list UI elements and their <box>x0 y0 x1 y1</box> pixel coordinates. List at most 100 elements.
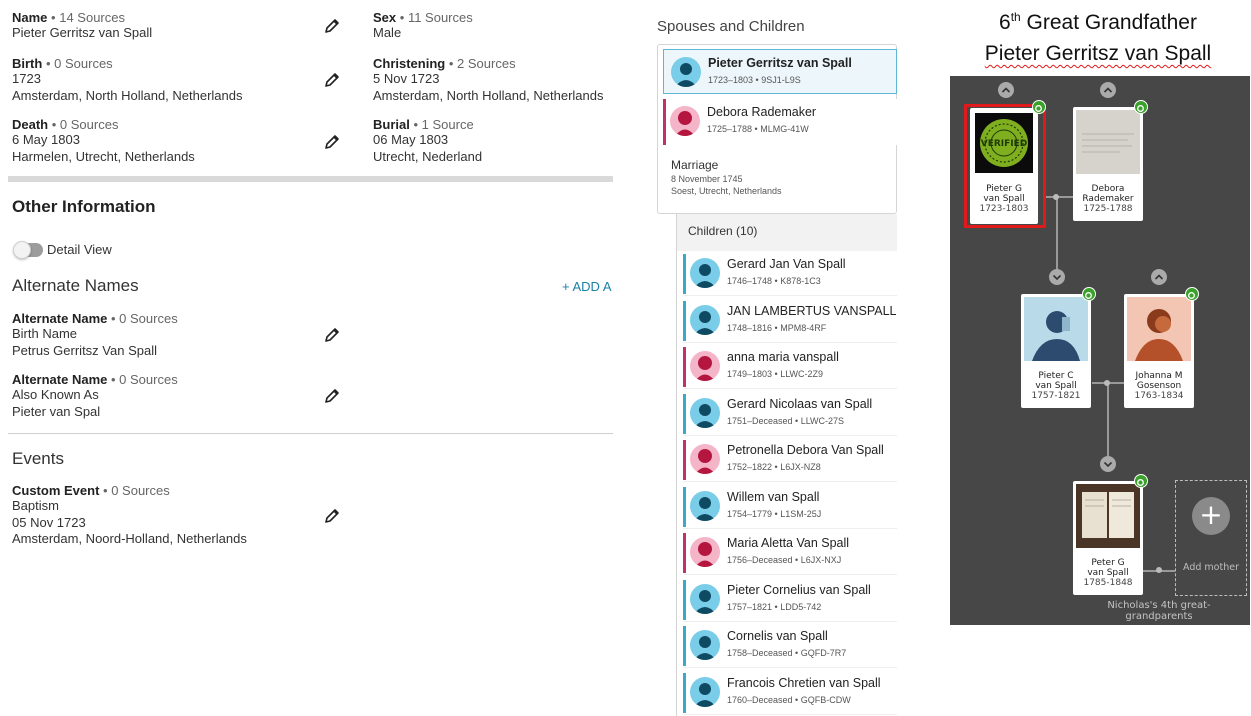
tree-name-last: Rademaker <box>1082 194 1134 204</box>
child-row[interactable]: Petronella Debora Van Spall 1752–1822 • L… <box>683 438 897 482</box>
edit-pencil-icon[interactable] <box>322 70 342 90</box>
expand-up-button[interactable] <box>1151 269 1167 285</box>
spouses-title: Spouses and Children <box>657 18 805 35</box>
alt-name-label: Alternate Name <box>12 372 108 387</box>
gender-bar <box>683 580 686 620</box>
expand-down-button[interactable] <box>1049 269 1065 285</box>
alternate-name-item: Alternate Name • 0 Sources Birth Name Pe… <box>12 311 178 358</box>
tree-dates: 1763-1834 <box>1134 391 1184 401</box>
vital-birth: Birth • 0 Sources 1723 Amsterdam, North … <box>12 56 243 103</box>
child-meta: 1752–1822 • L6JX-NZ8 <box>727 462 821 472</box>
expand-down-button[interactable] <box>1100 456 1116 472</box>
gender-bar <box>683 394 686 434</box>
child-row[interactable]: Maria Aletta Van Spall 1756–Deceased • L6… <box>683 531 897 575</box>
child-name: Cornelis van Spall <box>727 629 828 643</box>
child-row[interactable]: Willem van Spall 1754–1779 • L1SM-25J <box>683 485 897 529</box>
male-avatar-icon <box>690 584 720 614</box>
tree-person-card[interactable]: Pieter C van Spall 1757-1821 <box>1021 294 1091 408</box>
tree-person-card[interactable]: Johanna M Gosenson 1763-1834 <box>1124 294 1194 408</box>
section-divider <box>8 176 613 182</box>
female-avatar-icon <box>690 351 720 381</box>
tree-name-last: van Spall <box>1035 381 1077 391</box>
vital-value: Male <box>373 25 402 40</box>
vital-label: Death <box>12 117 49 132</box>
child-row[interactable]: Gerard Nicolaas van Spall 1751–Deceased •… <box>683 392 897 436</box>
connector-node <box>1053 194 1059 200</box>
child-row[interactable]: JAN LAMBERTUS VANSPALL 1748–1816 • MPM8-4… <box>683 299 897 343</box>
vital-label: Sex <box>373 10 397 25</box>
event-sources-link[interactable]: 0 Sources <box>111 483 170 498</box>
tree-title: 6th Great Grandfather <box>945 10 1251 35</box>
title-ordinal-suffix: th <box>1010 10 1021 24</box>
child-name: Francois Chretien van Spall <box>727 676 881 690</box>
marriage-date: 8 November 1745 <box>671 174 743 184</box>
child-meta: 1754–1779 • L1SM-25J <box>727 509 822 519</box>
husband-card[interactable]: Pieter Gerritsz van Spall 1723–1803 • 9S… <box>663 49 897 94</box>
vital-death: Death • 0 Sources 6 May 1803 Harmelen, U… <box>12 117 195 164</box>
caption-line-2: grandparents <box>1125 611 1193 622</box>
book-photo <box>1076 484 1140 548</box>
vital-sources-link[interactable]: 1 Source <box>422 117 474 132</box>
child-row[interactable]: Cornelis van Spall 1758–Deceased • GQFD-7… <box>683 624 897 668</box>
child-row[interactable]: anna maria vanspall 1749–1803 • LLWC-2Z9 <box>683 345 897 389</box>
vital-label: Burial <box>373 117 410 132</box>
child-name: Willem van Spall <box>727 490 820 504</box>
vital-name: Name • 14 Sources Pieter Gerritsz van Sp… <box>12 10 153 40</box>
wife-meta: 1725–1788 • MLMG-41W <box>707 124 809 134</box>
edit-pencil-icon[interactable] <box>322 506 342 526</box>
tree-name-first: Peter G <box>1091 558 1125 568</box>
vital-value: 06 May 1803 <box>373 132 449 147</box>
alt-name-sources-link[interactable]: 0 Sources <box>119 372 178 387</box>
wife-card[interactable]: Debora Rademaker 1725–1788 • MLMG-41W <box>663 99 897 145</box>
detail-view-toggle[interactable] <box>13 241 43 259</box>
vital-place: Amsterdam, North Holland, Netherlands <box>373 87 604 103</box>
vital-sources-link[interactable]: 11 Sources <box>408 10 473 25</box>
vital-sex: Sex • 11 Sources Male <box>373 10 473 40</box>
caption-line-1: Nicholas's 4th great- <box>1107 600 1211 611</box>
vital-sources-link[interactable]: 2 Sources <box>457 56 516 71</box>
highlight-box <box>964 104 1046 228</box>
tree-name-last: van Spall <box>1087 568 1129 578</box>
alt-name-type: Birth Name <box>12 326 78 341</box>
descent-line <box>1107 383 1109 462</box>
child-meta: 1756–Deceased • L6JX-NXJ <box>727 555 842 565</box>
tree-person-card[interactable]: Peter G van Spall 1785-1848 <box>1073 481 1143 595</box>
child-row[interactable]: Francois Chretien van Spall 1760–Deceased… <box>683 671 897 715</box>
tree-dates: 1725-1788 <box>1083 204 1133 214</box>
expand-up-button[interactable] <box>1100 82 1116 98</box>
tree-name-first: Johanna M <box>1135 371 1183 381</box>
document-photo <box>1076 110 1140 174</box>
child-name: Pieter Cornelius van Spall <box>727 583 871 597</box>
child-row[interactable]: Gerard Jan Van Spall 1746–1748 • K878-1C3 <box>683 252 897 296</box>
male-avatar-icon <box>690 491 720 521</box>
edit-pencil-icon[interactable] <box>322 16 342 36</box>
add-mother-button[interactable]: + Add mother <box>1175 480 1247 596</box>
vital-sources-link[interactable]: 14 Sources <box>59 10 125 25</box>
child-name: Gerard Jan Van Spall <box>727 257 846 271</box>
child-meta: 1749–1803 • LLWC-2Z9 <box>727 369 824 379</box>
alt-name-sources-link[interactable]: 0 Sources <box>119 311 178 326</box>
children-header[interactable]: Children (10) <box>677 214 897 251</box>
vital-sources-link[interactable]: 0 Sources <box>60 117 119 132</box>
child-row[interactable]: Pieter Cornelius van Spall 1757–1821 • LD… <box>683 578 897 622</box>
add-alternate-name-button[interactable]: + ADD A <box>562 278 613 296</box>
female-avatar-icon <box>690 444 720 474</box>
edit-pencil-icon[interactable] <box>322 132 342 152</box>
children-connector-line <box>676 214 677 716</box>
expand-up-button[interactable] <box>998 82 1014 98</box>
tree-person-card[interactable]: Debora Rademaker 1725-1788 <box>1073 107 1143 221</box>
vital-place: Utrecht, Nederland <box>373 148 483 164</box>
child-meta: 1757–1821 • LDD5-742 <box>727 602 822 612</box>
female-silhouette-icon <box>1127 297 1191 361</box>
edit-pencil-icon[interactable] <box>322 386 342 406</box>
male-avatar-icon <box>690 305 720 335</box>
vital-sources-link[interactable]: 0 Sources <box>54 56 113 71</box>
edit-pencil-icon[interactable] <box>322 325 342 345</box>
detail-view-label: Detail View <box>47 242 112 257</box>
event-place: Amsterdam, Noord-Holland, Netherlands <box>12 531 247 546</box>
children-count: Children (10) <box>688 224 758 238</box>
alt-name-value: Pieter van Spal <box>12 403 101 419</box>
gender-bar <box>683 347 686 387</box>
tree-person-name: Pieter Gerritsz van Spall <box>945 42 1251 66</box>
connector-node <box>1104 380 1110 386</box>
